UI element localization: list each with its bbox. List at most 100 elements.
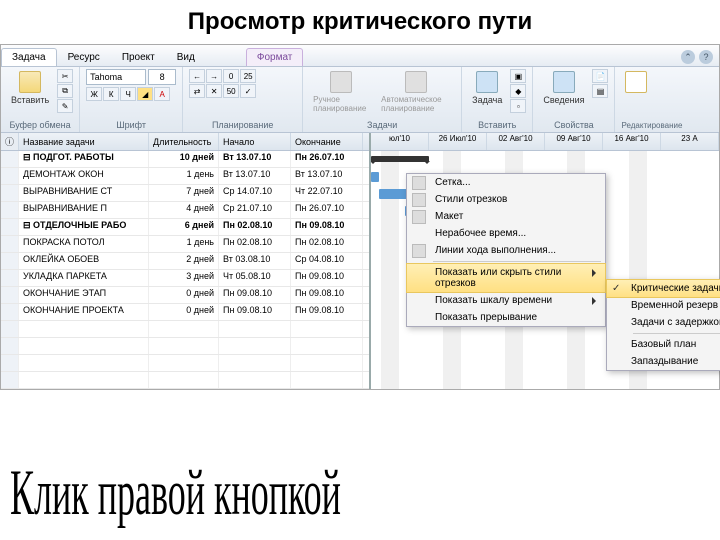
deliverable-button[interactable]: ▫ [510, 99, 526, 113]
cell-end[interactable]: Пн 02.08.10 [291, 236, 363, 252]
table-row[interactable]: ОКОНЧАНИЕ ПРОЕКТА0 днейПн 09.08.10Пн 09.… [1, 304, 369, 321]
col-start[interactable]: Начало [219, 133, 291, 150]
details-button[interactable]: ▤ [592, 84, 608, 98]
table-row[interactable]: ВЫРАВНИВАНИЕ П4 днейСр 21.07.10Пн 26.07.… [1, 202, 369, 219]
cell-start[interactable]: Вт 13.07.10 [219, 151, 291, 167]
cell-dur[interactable]: 6 дней [149, 219, 219, 235]
ctx-grid[interactable]: Сетка... [407, 174, 605, 191]
font-color-button[interactable]: A [154, 87, 170, 101]
cell-end[interactable]: Вт 13.07.10 [291, 168, 363, 184]
outdent-button[interactable]: ← [189, 69, 205, 83]
underline-button[interactable]: Ч [120, 87, 136, 101]
tab-resource[interactable]: Ресурс [57, 48, 111, 66]
font-family-select[interactable] [86, 69, 146, 85]
tab-task[interactable]: Задача [1, 48, 57, 66]
sub-baseline[interactable]: Базовый план [607, 336, 720, 353]
unlink-button[interactable]: ✕ [206, 84, 222, 98]
timeline-col[interactable]: 23 А [661, 133, 719, 150]
cell-start[interactable]: Ср 14.07.10 [219, 185, 291, 201]
cell-start[interactable]: Вт 13.07.10 [219, 168, 291, 184]
sub-slippage[interactable]: Запаздывание [607, 353, 720, 370]
timeline-col[interactable]: 26 Июл'10 [429, 133, 487, 150]
indicator-col[interactable]: ⓘ [1, 133, 19, 150]
cell-start[interactable]: Пн 02.08.10 [219, 219, 291, 235]
cell-end[interactable]: Пн 09.08.10 [291, 304, 363, 320]
cell-start[interactable]: Пн 09.08.10 [219, 304, 291, 320]
cell-end[interactable]: Пн 09.08.10 [291, 287, 363, 303]
cell-dur[interactable]: 4 дней [149, 202, 219, 218]
cell-start[interactable]: Чт 05.08.10 [219, 270, 291, 286]
ctx-timescale[interactable]: Показать шкалу времени [407, 292, 605, 309]
milestone-button[interactable]: ◆ [510, 84, 526, 98]
cell-end[interactable]: Пн 26.07.10 [291, 202, 363, 218]
pct50-button[interactable]: 50 [223, 84, 239, 98]
cell-name[interactable]: ОКОНЧАНИЕ ЭТАП [19, 287, 149, 303]
table-row[interactable]: ОКОНЧАНИЕ ЭТАП0 днейПн 09.08.10Пн 09.08.… [1, 287, 369, 304]
italic-button[interactable]: К [103, 87, 119, 101]
table-row[interactable]: ДЕМОНТАЖ ОКОН1 деньВт 13.07.10Вт 13.07.1… [1, 168, 369, 185]
table-row[interactable]: ПОКРАСКА ПОТОЛ1 деньПн 02.08.10Пн 02.08.… [1, 236, 369, 253]
cell-dur[interactable]: 2 дней [149, 253, 219, 269]
manual-schedule-button[interactable]: Ручное планирование [309, 69, 373, 115]
auto-schedule-button[interactable]: Автоматическое планирование [377, 69, 455, 115]
font-size-select[interactable] [148, 69, 176, 85]
tab-format[interactable]: Формат [246, 48, 304, 66]
col-end[interactable]: Окончание [291, 133, 363, 150]
cell-dur[interactable]: 0 дней [149, 287, 219, 303]
cell-dur[interactable]: 10 дней [149, 151, 219, 167]
cell-dur[interactable]: 0 дней [149, 304, 219, 320]
pct25-button[interactable]: 25 [240, 69, 256, 83]
table-row[interactable]: ⊟ ОТДЕЛОЧНЫЕ РАБО6 днейПн 02.08.10Пн 09.… [1, 219, 369, 236]
table-row-empty[interactable] [1, 321, 369, 338]
ctx-progress-lines[interactable]: Линии хода выполнения... [407, 242, 605, 259]
cell-name[interactable]: ВЫРАВНИВАНИЕ СТ [19, 185, 149, 201]
col-name[interactable]: Название задачи [19, 133, 149, 150]
cell-dur[interactable]: 1 день [149, 168, 219, 184]
ctx-bar-styles[interactable]: Стили отрезков [407, 191, 605, 208]
sub-critical[interactable]: ✓Критические задачи [606, 279, 720, 298]
timeline-col[interactable]: 02 Авг'10 [487, 133, 545, 150]
bold-button[interactable]: Ж [86, 87, 102, 101]
summary-button[interactable]: ▣ [510, 69, 526, 83]
cell-name[interactable]: ПОКРАСКА ПОТОЛ [19, 236, 149, 252]
ctx-toggle-styles[interactable]: Показать или скрыть стили отрезков [406, 263, 606, 293]
cell-dur[interactable]: 1 день [149, 236, 219, 252]
cut-button[interactable]: ✂ [57, 69, 73, 83]
paste-button[interactable]: Вставить [7, 69, 53, 107]
cell-start[interactable]: Вт 03.08.10 [219, 253, 291, 269]
cell-end[interactable]: Пн 09.08.10 [291, 219, 363, 235]
cell-name[interactable]: ВЫРАВНИВАНИЕ П [19, 202, 149, 218]
bar-summary-1[interactable] [371, 156, 429, 162]
cell-end[interactable]: Чт 22.07.10 [291, 185, 363, 201]
link-button[interactable]: ⇄ [189, 84, 205, 98]
tab-project[interactable]: Проект [111, 48, 166, 66]
cell-dur[interactable]: 3 дней [149, 270, 219, 286]
notes-button[interactable]: 📄 [592, 69, 608, 83]
cell-start[interactable]: Пн 02.08.10 [219, 236, 291, 252]
format-painter-button[interactable]: ✎ [57, 99, 73, 113]
sub-slack[interactable]: Временной резерв [607, 297, 720, 314]
pct100-button[interactable]: ✓ [240, 84, 256, 98]
cell-name[interactable]: ДЕМОНТАЖ ОКОН [19, 168, 149, 184]
cell-name[interactable]: ОКОНЧАНИЕ ПРОЕКТА [19, 304, 149, 320]
cell-end[interactable]: Ср 04.08.10 [291, 253, 363, 269]
copy-button[interactable]: ⧉ [57, 84, 73, 98]
table-row[interactable]: ОКЛЕЙКА ОБОЕВ2 днейВт 03.08.10Ср 04.08.1… [1, 253, 369, 270]
pct0-button[interactable]: 0 [223, 69, 239, 83]
cell-name[interactable]: УКЛАДКА ПАРКЕТА [19, 270, 149, 286]
timeline-col[interactable]: 16 Авг'10 [603, 133, 661, 150]
table-row-empty[interactable] [1, 355, 369, 372]
table-row[interactable]: ВЫРАВНИВАНИЕ СТ7 днейСр 14.07.10Чт 22.07… [1, 185, 369, 202]
cell-end[interactable]: Пн 26.07.10 [291, 151, 363, 167]
cell-dur[interactable]: 7 дней [149, 185, 219, 201]
cell-name[interactable]: ⊟ ОТДЕЛОЧНЫЕ РАБО [19, 219, 149, 235]
tab-view[interactable]: Вид [166, 48, 206, 66]
fill-color-button[interactable]: ◢ [137, 87, 153, 101]
sub-late[interactable]: Задачи с задержкой [607, 314, 720, 331]
cell-start[interactable]: Пн 09.08.10 [219, 287, 291, 303]
table-row-empty[interactable] [1, 372, 369, 389]
minimize-ribbon-icon[interactable]: ⌃ [681, 50, 695, 64]
timeline-col[interactable]: юл'10 [371, 133, 429, 150]
ctx-nonworking[interactable]: Нерабочее время... [407, 225, 605, 242]
cell-start[interactable]: Ср 21.07.10 [219, 202, 291, 218]
